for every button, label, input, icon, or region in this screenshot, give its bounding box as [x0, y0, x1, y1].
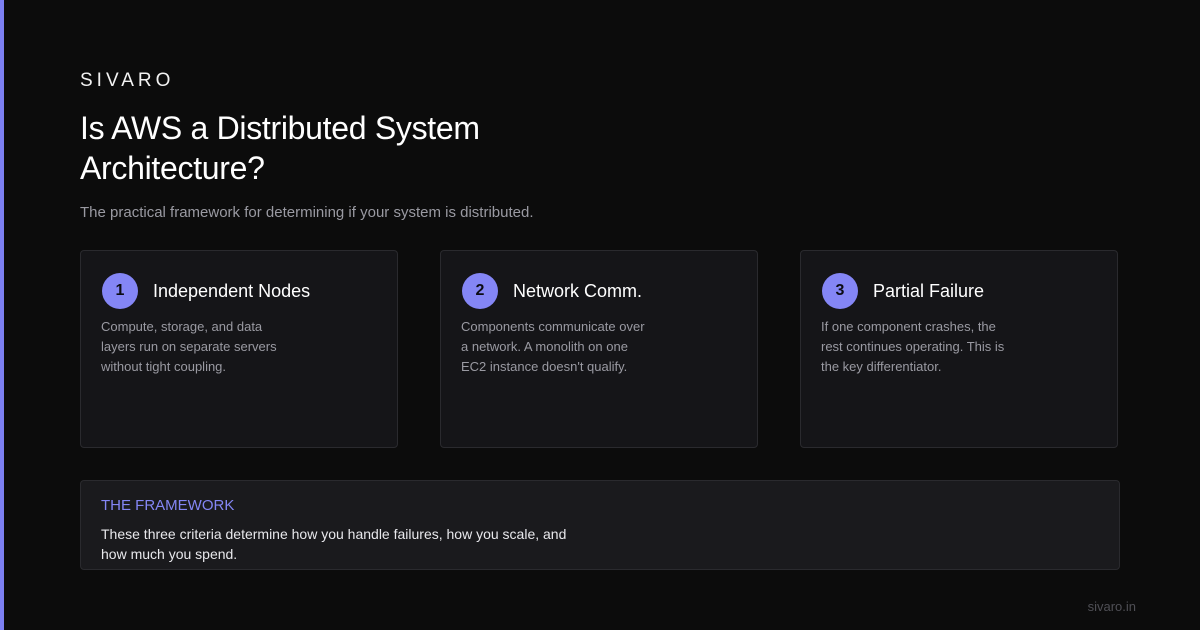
- criteria-card-independent-nodes: 1 Independent Nodes Compute, storage, an…: [80, 250, 398, 448]
- footer-url: sivaro.in: [1087, 599, 1136, 614]
- step-number-badge: 3: [822, 273, 858, 309]
- step-number-badge: 1: [102, 273, 138, 309]
- left-accent-bar: [0, 0, 4, 630]
- card-description: If one component crashes, the rest conti…: [821, 319, 1005, 374]
- brand-logo-text: SIVARO: [80, 70, 175, 91]
- card-description: Components communicate over a network. A…: [461, 319, 645, 374]
- card-title: Network Comm.: [513, 281, 643, 301]
- framework-text: These three criteria determine how you h…: [101, 526, 567, 562]
- card-description: Compute, storage, and data layers run on…: [101, 319, 277, 374]
- step-number-badge: 2: [462, 273, 498, 309]
- framework-label: THE FRAMEWORK: [101, 497, 235, 514]
- criteria-card-network-comm: 2 Network Comm. Components communicate o…: [440, 250, 758, 448]
- page-subtitle: The practical framework for determining …: [80, 204, 534, 221]
- criteria-card-partial-failure: 3 Partial Failure If one component crash…: [800, 250, 1118, 448]
- page-title: Is AWS a Distributed System Architecture…: [80, 110, 480, 186]
- card-title: Partial Failure: [873, 281, 985, 301]
- card-title: Independent Nodes: [153, 281, 311, 301]
- framework-callout: THE FRAMEWORK These three criteria deter…: [80, 480, 1120, 570]
